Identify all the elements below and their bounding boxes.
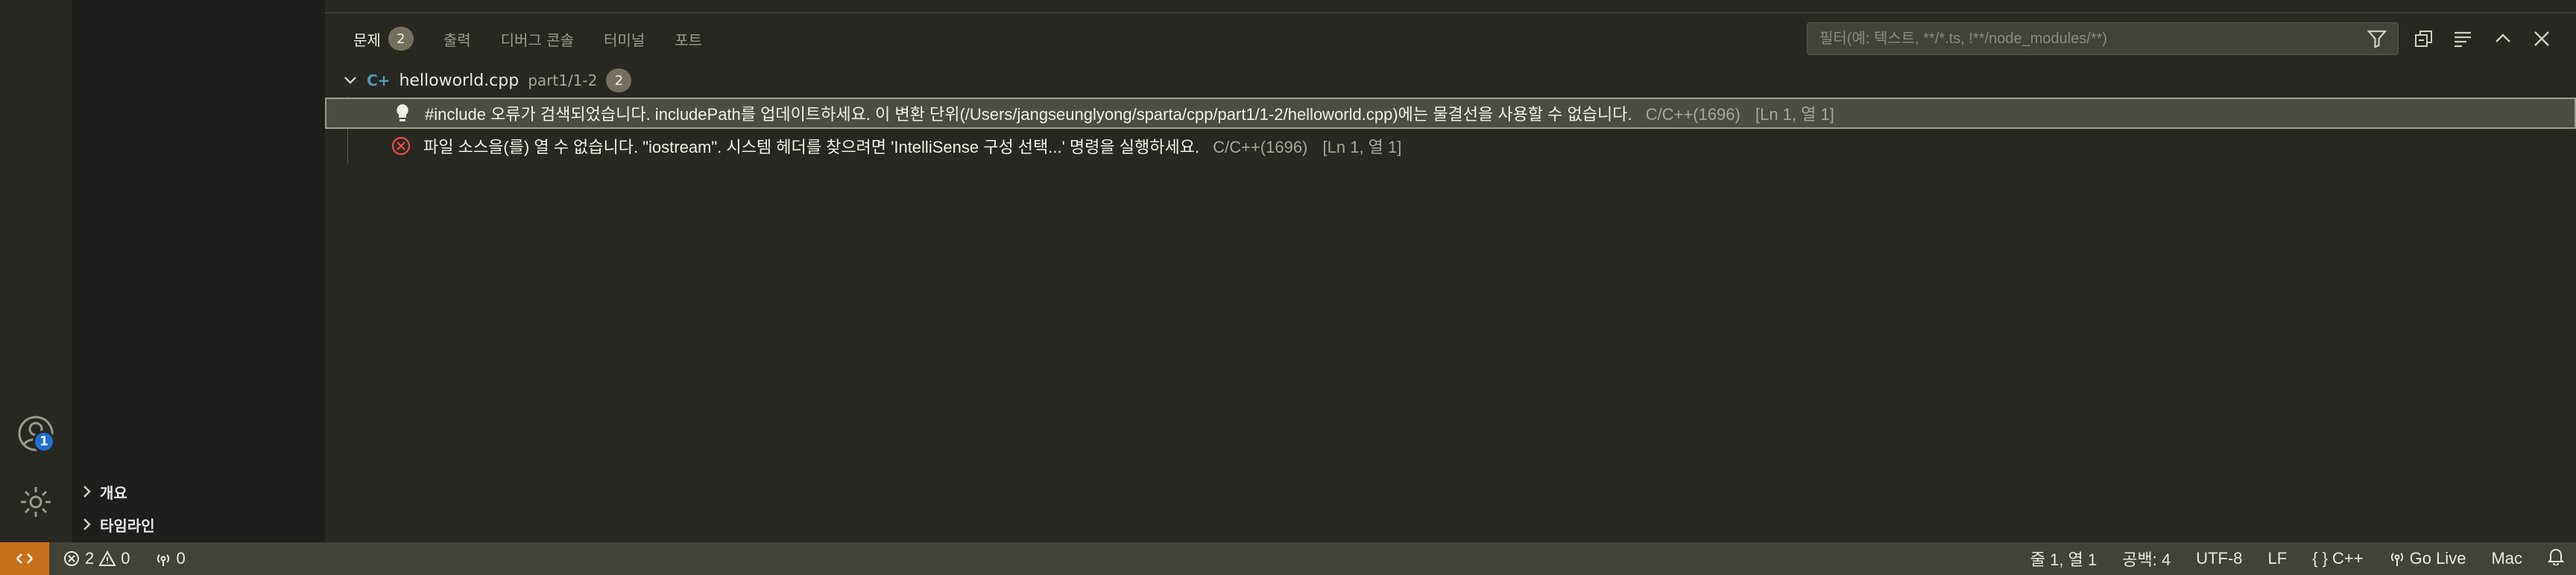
- panel-border: [325, 12, 2576, 13]
- tab-output[interactable]: 출력: [443, 28, 471, 50]
- panel: [325, 0, 2576, 542]
- file-name: helloworld.cpp: [399, 71, 520, 90]
- chevron-down-icon: [344, 77, 356, 84]
- filter-icon[interactable]: [2367, 28, 2387, 49]
- remote-indicator[interactable]: [0, 542, 49, 575]
- broadcast-icon: [157, 554, 169, 566]
- ports-count: 0: [176, 549, 186, 568]
- tab-output-label: 출력: [443, 31, 471, 49]
- platform-label[interactable]: Mac: [2491, 549, 2522, 568]
- end-of-line[interactable]: LF: [2268, 549, 2288, 568]
- tab-problems[interactable]: 문제 2: [353, 27, 414, 51]
- problem-text: 파일 소스을(를) 열 수 없습니다. "iostream". 시스템 헤더를 …: [423, 134, 1401, 158]
- go-live-button[interactable]: Go Live: [2389, 549, 2466, 568]
- accounts-icon[interactable]: 1: [13, 411, 58, 456]
- outline-section[interactable]: 개요: [72, 475, 325, 508]
- tab-problems-label: 문제: [353, 31, 381, 49]
- gear-icon[interactable]: [13, 480, 58, 524]
- activity-bar: [0, 0, 72, 542]
- status-bar: 2 0 0 줄 1, 열 1 공백: 4 UTF-8 LF { } C++ Go…: [0, 542, 2576, 575]
- tab-ports-label: 포트: [675, 31, 702, 49]
- warning-count: 0: [121, 549, 130, 568]
- problem-message: #include 오류가 검색되었습니다. includePath를 업데이트하…: [425, 105, 1632, 124]
- chevron-right-icon: [83, 486, 91, 498]
- lightbulb-icon[interactable]: [392, 103, 413, 124]
- remote-icon: [16, 553, 33, 564]
- braces-icon: { }: [2312, 549, 2329, 568]
- file-path: part1/1-2: [528, 72, 598, 89]
- warning-icon: [98, 550, 116, 566]
- error-icon: [391, 136, 411, 156]
- problem-item[interactable]: #include 오류가 검색되었습니다. includePath를 업데이트하…: [325, 98, 2576, 129]
- language-mode[interactable]: { } C++: [2312, 549, 2363, 568]
- collapse-all-icon[interactable]: [2411, 25, 2437, 52]
- file-problem-count: 2: [606, 69, 632, 92]
- bell-icon[interactable]: [2547, 547, 2565, 570]
- filter-box: [1807, 22, 2399, 55]
- error-icon: [64, 551, 79, 566]
- problem-source: C/C++(1696): [1645, 105, 1740, 124]
- indentation[interactable]: 공백: 4: [2122, 547, 2171, 571]
- tab-terminal-label: 터미널: [603, 31, 645, 49]
- problem-position: [Ln 1, 열 1]: [1755, 105, 1834, 124]
- chevron-right-icon: [83, 518, 91, 530]
- panel-tabs: 문제 2 출력 디버그 콘솔 터미널 포트: [353, 22, 702, 55]
- outline-label: 개요: [100, 485, 127, 502]
- close-icon[interactable]: [2528, 25, 2555, 52]
- timeline-label: 타임라인: [100, 518, 155, 535]
- filter-input[interactable]: [1818, 29, 2367, 48]
- problem-file-row[interactable]: C+ helloworld.cpp part1/1-2 2: [343, 66, 632, 95]
- encoding[interactable]: UTF-8: [2196, 549, 2242, 568]
- problem-item[interactable]: 파일 소스을(를) 열 수 없습니다. "iostream". 시스템 헤더를 …: [325, 130, 2576, 162]
- cpp-file-icon: C+: [367, 72, 391, 89]
- problem-position: [Ln 1, 열 1]: [1322, 138, 1402, 156]
- cursor-position[interactable]: 줄 1, 열 1: [2030, 547, 2097, 571]
- broadcast-icon: [2390, 553, 2403, 566]
- problem-text: #include 오류가 검색되었습니다. includePath를 업데이트하…: [425, 101, 1834, 125]
- tab-ports[interactable]: 포트: [675, 28, 702, 50]
- problem-message: 파일 소스을(를) 열 수 없습니다. "iostream". 시스템 헤더를 …: [423, 138, 1200, 156]
- problems-count-badge: 2: [388, 27, 414, 51]
- tab-terminal[interactable]: 터미널: [604, 28, 645, 50]
- language-label: C++: [2332, 549, 2364, 568]
- timeline-section[interactable]: 타임라인: [72, 508, 325, 541]
- tab-debug-console[interactable]: 디버그 콘솔: [501, 28, 574, 50]
- error-count: 2: [85, 549, 95, 568]
- problems-status[interactable]: 2 0: [63, 549, 130, 568]
- go-live-label: Go Live: [2409, 549, 2466, 568]
- chevron-up-icon[interactable]: [2490, 25, 2516, 52]
- account-badge: 1: [33, 431, 55, 453]
- sidebar: [72, 0, 325, 542]
- ports-status[interactable]: 0: [154, 549, 186, 568]
- word-wrap-icon[interactable]: [2449, 25, 2476, 52]
- problem-source: C/C++(1696): [1213, 138, 1308, 156]
- tab-debug-console-label: 디버그 콘솔: [500, 31, 574, 49]
